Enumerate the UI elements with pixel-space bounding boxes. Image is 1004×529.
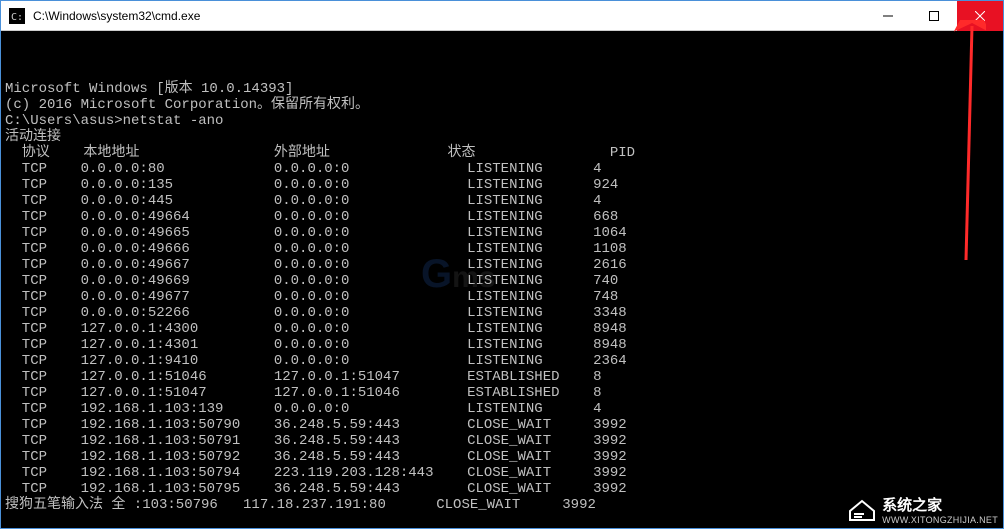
terminal-line: TCP 0.0.0.0:49667 0.0.0.0:0 LISTENING 26… [5,257,999,273]
close-icon [975,11,985,21]
terminal-line: TCP 0.0.0.0:135 0.0.0.0:0 LISTENING 924 [5,177,999,193]
minimize-button[interactable] [865,1,911,31]
maximize-button[interactable] [911,1,957,31]
terminal-line: TCP 0.0.0.0:80 0.0.0.0:0 LISTENING 4 [5,161,999,177]
svg-text:C:: C: [11,12,23,23]
terminal-output[interactable]: Microsoft Windows [版本 10.0.14393](c) 201… [1,31,1003,528]
terminal-line: TCP 0.0.0.0:49666 0.0.0.0:0 LISTENING 11… [5,241,999,257]
cmd-window: C: C:\Windows\system32\cmd.exe Microsoft… [0,0,1004,529]
terminal-line: Microsoft Windows [版本 10.0.14393] [5,81,999,97]
close-button[interactable] [957,1,1003,31]
terminal-line: TCP 192.168.1.103:50791 36.248.5.59:443 … [5,433,999,449]
cmd-icon: C: [9,8,25,24]
terminal-line: TCP 192.168.1.103:50795 36.248.5.59:443 … [5,481,999,497]
terminal-line: (c) 2016 Microsoft Corporation。保留所有权利。 [5,97,999,113]
maximize-icon [929,11,939,21]
terminal-line: TCP 127.0.0.1:4300 0.0.0.0:0 LISTENING 8… [5,321,999,337]
terminal-line: 活动连接 [5,129,999,145]
terminal-line: TCP 0.0.0.0:49664 0.0.0.0:0 LISTENING 66… [5,209,999,225]
terminal-line: TCP 0.0.0.0:49665 0.0.0.0:0 LISTENING 10… [5,225,999,241]
titlebar[interactable]: C: C:\Windows\system32\cmd.exe [1,1,1003,31]
terminal-line: 协议 本地地址 外部地址 状态 PID [5,145,999,161]
terminal-line: TCP 127.0.0.1:4301 0.0.0.0:0 LISTENING 8… [5,337,999,353]
terminal-line: TCP 127.0.0.1:51047 127.0.0.1:51046 ESTA… [5,385,999,401]
terminal-line: 搜狗五笔输入法 全 :103:50796 117.18.237.191:80 C… [5,497,999,513]
terminal-line: TCP 0.0.0.0:49677 0.0.0.0:0 LISTENING 74… [5,289,999,305]
terminal-line: TCP 192.168.1.103:50790 36.248.5.59:443 … [5,417,999,433]
terminal-line: TCP 0.0.0.0:49669 0.0.0.0:0 LISTENING 74… [5,273,999,289]
terminal-line: TCP 0.0.0.0:52266 0.0.0.0:0 LISTENING 33… [5,305,999,321]
terminal-line: TCP 192.168.1.103:50794 223.119.203.128:… [5,465,999,481]
terminal-line: C:\Users\asus>netstat -ano [5,113,999,129]
terminal-line: TCP 127.0.0.1:9410 0.0.0.0:0 LISTENING 2… [5,353,999,369]
window-title: C:\Windows\system32\cmd.exe [33,9,200,23]
terminal-line: TCP 192.168.1.103:50792 36.248.5.59:443 … [5,449,999,465]
terminal-line: TCP 0.0.0.0:445 0.0.0.0:0 LISTENING 4 [5,193,999,209]
terminal-line: TCP 192.168.1.103:139 0.0.0.0:0 LISTENIN… [5,401,999,417]
terminal-line: TCP 127.0.0.1:51046 127.0.0.1:51047 ESTA… [5,369,999,385]
minimize-icon [883,11,893,21]
